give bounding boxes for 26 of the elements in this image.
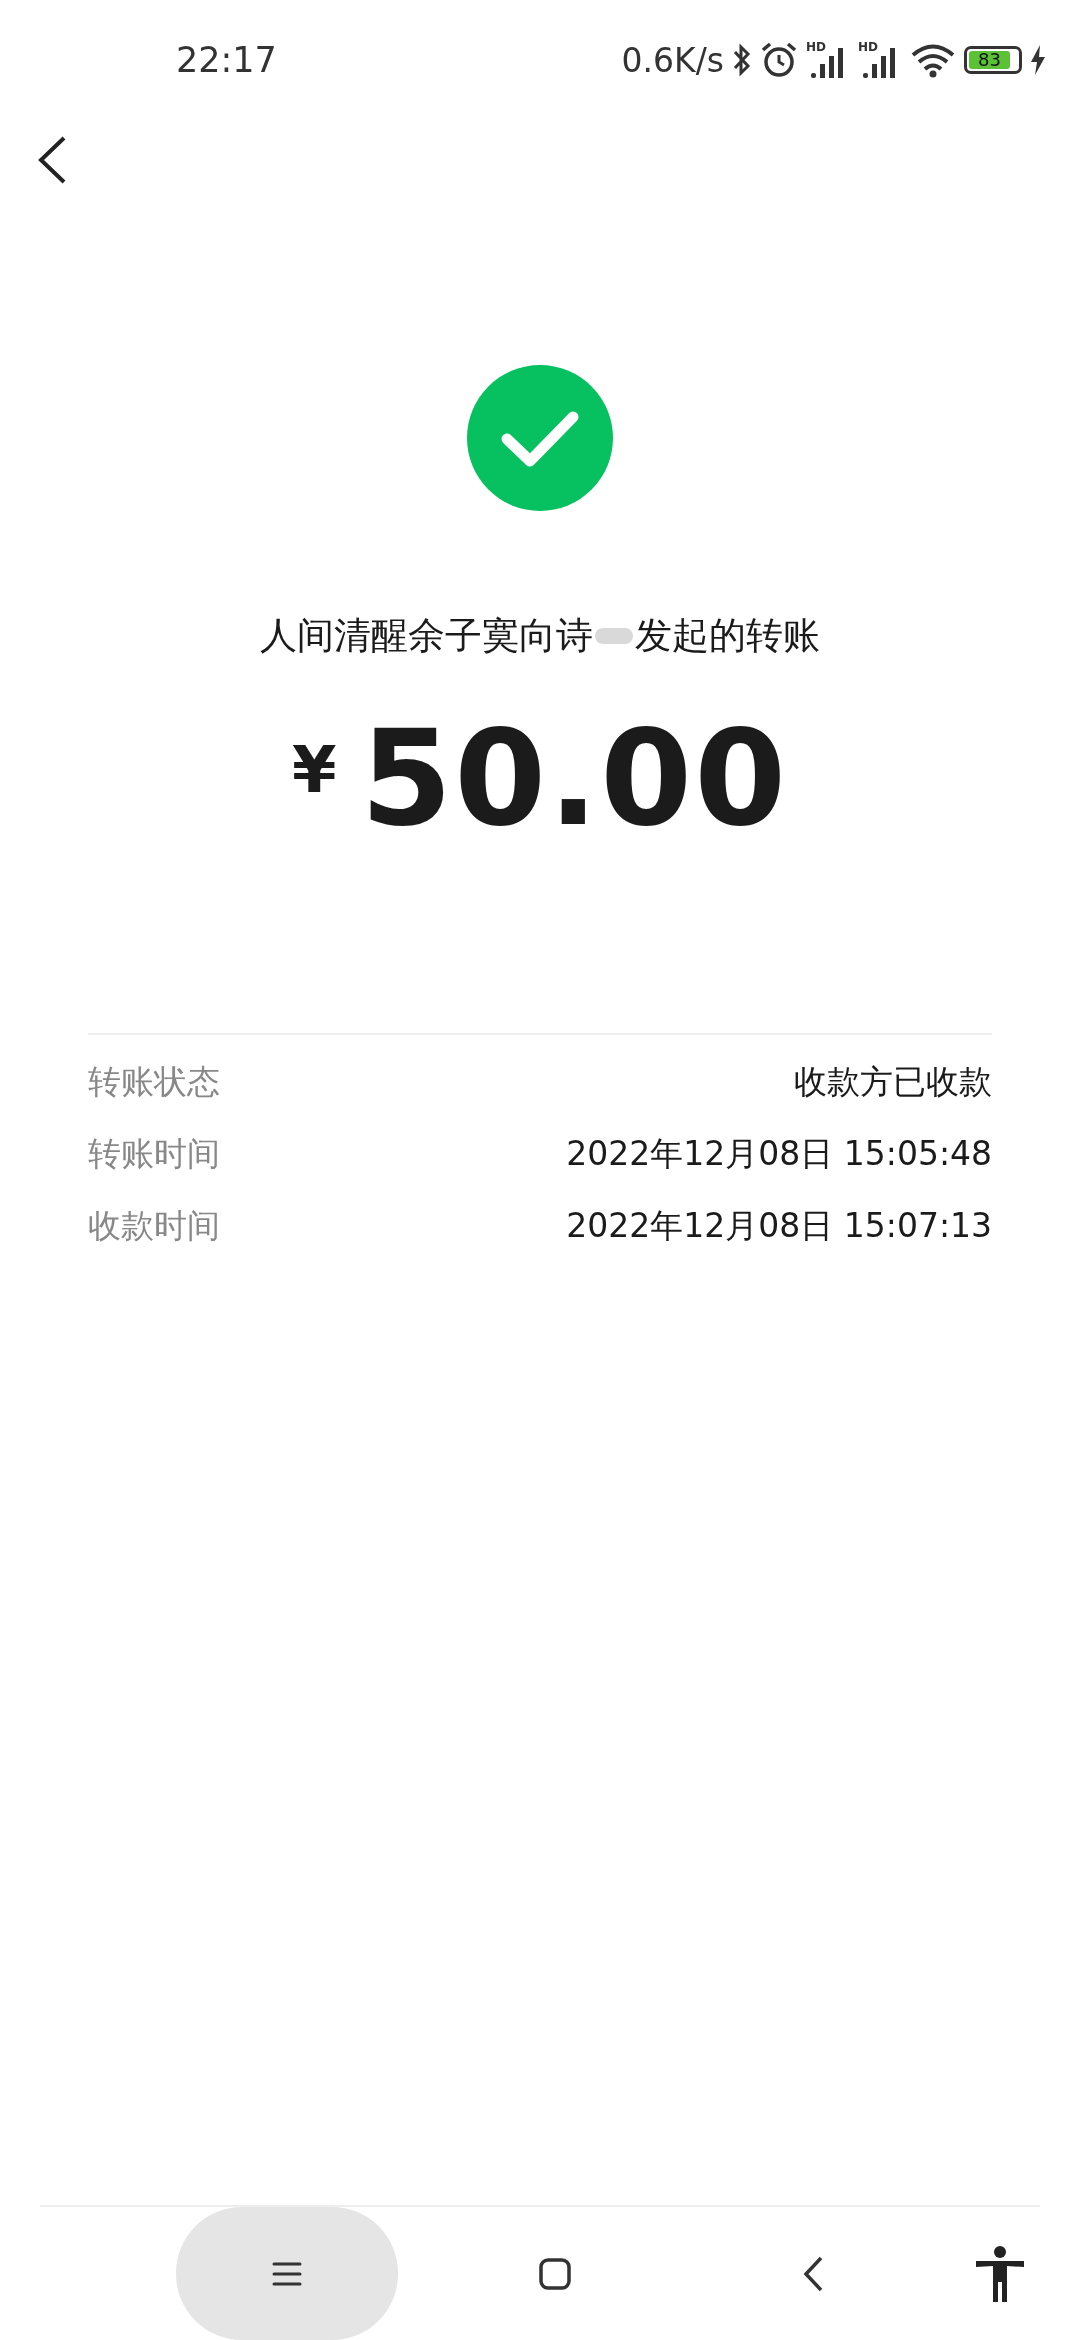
hd-label: HD [858,40,878,54]
status-time: 22:17 [176,40,277,80]
charging-icon [1030,45,1046,75]
battery-level: 83 [977,51,1001,69]
menu-icon [272,2260,302,2287]
back-nav-button[interactable] [802,2254,824,2293]
detail-label: 转账时间 [88,1133,220,1175]
wifi-icon [910,42,956,78]
transfer-amount: 50.00 [360,703,789,853]
detail-value: 2022年12月08日 15:07:13 [566,1205,992,1247]
detail-value: 收款方已收款 [794,1061,992,1103]
detail-value: 2022年12月08日 15:05:48 [566,1133,992,1175]
home-button[interactable] [538,2256,572,2291]
transfer-title: 人间清醒余子寞向诗 [260,613,593,659]
success-check-icon [467,365,613,511]
redaction-mark [595,628,633,644]
accessibility-button[interactable] [974,2245,1026,2302]
currency-symbol: ¥ [291,733,337,807]
alarm-clock-icon [760,41,798,79]
transfer-title-suffix: 发起的转账 [635,613,820,659]
detail-label: 转账状态 [88,1061,220,1103]
bluetooth-icon [732,42,752,78]
back-button[interactable] [36,135,68,185]
detail-label: 收款时间 [88,1205,220,1247]
hd-label: HD [806,40,826,54]
network-speed: 0.6K/s [621,40,724,80]
